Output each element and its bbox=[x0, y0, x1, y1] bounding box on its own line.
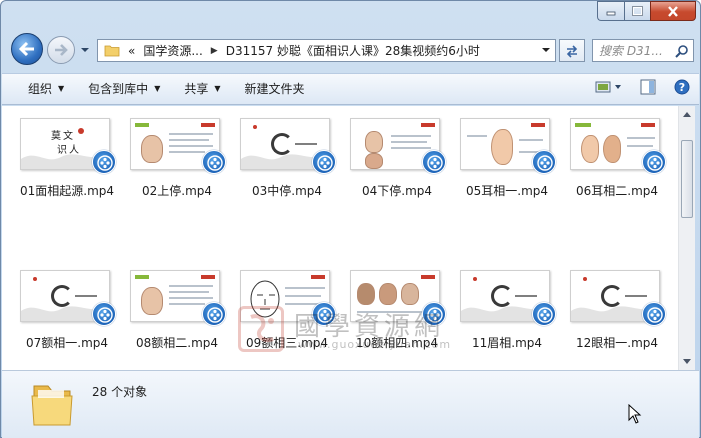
media-player-icon bbox=[422, 150, 446, 174]
breadcrumb-parent[interactable]: 国学资源... bbox=[143, 42, 202, 59]
chevron-down-icon: ▼ bbox=[214, 84, 221, 93]
chevron-down-icon: ▼ bbox=[58, 84, 65, 93]
organize-menu[interactable]: 组织 ▼ bbox=[16, 77, 76, 101]
include-in-library-menu[interactable]: 包含到库中 ▼ bbox=[76, 77, 172, 101]
file-name: 05耳相一.mp4 bbox=[465, 184, 549, 198]
scroll-thumb[interactable] bbox=[681, 140, 693, 218]
item-count: 28 个对象 bbox=[92, 385, 148, 399]
svg-text:识: 识 bbox=[57, 144, 67, 156]
command-bar: 组织 ▼ 包含到库中 ▼ 共享 ▼ 新建文件夹 ? bbox=[2, 73, 699, 105]
share-label: 共享 bbox=[184, 82, 209, 96]
file-item[interactable]: 莫文识人 01面相起源.mp4 bbox=[14, 114, 120, 224]
media-player-icon bbox=[312, 302, 336, 326]
file-name: 07额相一.mp4 bbox=[25, 336, 109, 350]
media-player-icon bbox=[422, 302, 446, 326]
refresh-icon bbox=[566, 44, 578, 58]
file-list-view[interactable]: 莫文识人 01面相起源.mp4 02上停.mp4 03中停.mp4 04下停.mp4 05… bbox=[2, 106, 678, 370]
scroll-down-button[interactable] bbox=[679, 354, 695, 370]
folder-icon bbox=[31, 385, 73, 426]
forward-button[interactable] bbox=[47, 36, 75, 64]
breadcrumb-separator-icon[interactable]: ▶ bbox=[211, 46, 218, 56]
media-player-icon bbox=[532, 150, 556, 174]
address-prefix[interactable]: « bbox=[128, 44, 135, 58]
media-player-icon bbox=[642, 302, 666, 326]
file-item[interactable]: 12眼相一.mp4 bbox=[564, 266, 670, 370]
file-name: 03中停.mp4 bbox=[251, 184, 323, 198]
file-item[interactable]: 10额相四.mp4 bbox=[344, 266, 450, 370]
chevron-down-icon: ▼ bbox=[154, 84, 161, 93]
media-player-icon bbox=[202, 302, 226, 326]
file-item[interactable]: 05耳相一.mp4 bbox=[454, 114, 560, 224]
new-folder-button[interactable]: 新建文件夹 bbox=[233, 77, 317, 101]
file-item[interactable]: 06耳相二.mp4 bbox=[564, 114, 670, 224]
preview-pane-button[interactable] bbox=[639, 78, 657, 96]
refresh-button[interactable] bbox=[559, 39, 585, 62]
svg-text:人: 人 bbox=[69, 144, 79, 156]
file-item[interactable]: 03中停.mp4 bbox=[234, 114, 340, 224]
address-bar[interactable]: « 国学资源... ▶ D31157 妙聪《面相识人课》28集视频约6小时 bbox=[97, 39, 556, 62]
search-input[interactable] bbox=[599, 43, 677, 58]
file-item[interactable]: 04下停.mp4 bbox=[344, 114, 450, 224]
back-button[interactable] bbox=[11, 33, 43, 65]
svg-text:莫: 莫 bbox=[51, 130, 61, 142]
chevron-down-icon bbox=[683, 359, 691, 364]
chevron-up-icon bbox=[683, 112, 691, 117]
file-item[interactable]: 08额相二.mp4 bbox=[124, 266, 230, 370]
view-icon bbox=[595, 81, 621, 93]
file-item[interactable]: 09额相三.mp4 bbox=[234, 266, 340, 370]
minimize-button[interactable] bbox=[597, 1, 624, 21]
close-button[interactable] bbox=[650, 1, 696, 21]
change-view-button[interactable] bbox=[595, 78, 623, 96]
maximize-icon bbox=[632, 6, 643, 16]
file-item[interactable]: 07额相一.mp4 bbox=[14, 266, 120, 370]
file-name: 01面相起源.mp4 bbox=[19, 184, 115, 198]
file-name: 09额相三.mp4 bbox=[245, 336, 329, 350]
breadcrumb-current[interactable]: D31157 妙聪《面相识人课》28集视频约6小时 bbox=[226, 42, 480, 59]
share-menu[interactable]: 共享 ▼ bbox=[172, 77, 232, 101]
search-icon[interactable] bbox=[675, 44, 689, 58]
svg-text:文: 文 bbox=[63, 129, 73, 142]
help-icon: ? bbox=[674, 79, 690, 95]
file-name: 02上停.mp4 bbox=[141, 184, 213, 198]
file-item[interactable]: 02上停.mp4 bbox=[124, 114, 230, 224]
organize-label: 组织 bbox=[28, 82, 53, 96]
file-name: 10额相四.mp4 bbox=[355, 336, 439, 350]
svg-text:?: ? bbox=[679, 81, 685, 94]
minimize-icon bbox=[606, 11, 616, 16]
address-dropdown-icon[interactable] bbox=[541, 45, 551, 55]
new-folder-label: 新建文件夹 bbox=[244, 82, 305, 96]
file-item[interactable]: 11眉相.mp4 bbox=[454, 266, 560, 370]
details-pane: 28 个对象 bbox=[2, 370, 699, 438]
file-name: 12眼相一.mp4 bbox=[575, 336, 659, 350]
file-name: 04下停.mp4 bbox=[361, 184, 433, 198]
mouse-cursor-icon bbox=[628, 404, 642, 424]
navigation-bar: « 国学资源... ▶ D31157 妙聪《面相识人课》28集视频约6小时 bbox=[9, 33, 694, 67]
search-box[interactable] bbox=[592, 39, 694, 62]
help-button[interactable]: ? bbox=[673, 78, 691, 96]
include-in-library-label: 包含到库中 bbox=[88, 82, 149, 96]
media-player-icon bbox=[202, 150, 226, 174]
media-player-icon bbox=[92, 302, 116, 326]
chevron-down-icon bbox=[81, 48, 89, 52]
media-player-icon bbox=[642, 150, 666, 174]
file-name: 11眉相.mp4 bbox=[471, 336, 543, 350]
arrow-left-icon bbox=[18, 41, 34, 57]
media-player-icon bbox=[312, 150, 336, 174]
close-icon bbox=[668, 5, 678, 17]
scroll-up-button[interactable] bbox=[679, 106, 695, 122]
folder-icon bbox=[104, 45, 120, 57]
arrow-right-icon bbox=[55, 44, 68, 56]
view-tools: ? bbox=[595, 78, 691, 96]
explorer-window: « 国学资源... ▶ D31157 妙聪《面相识人课》28集视频约6小时 组织… bbox=[0, 0, 701, 438]
recent-pages-button[interactable] bbox=[80, 44, 90, 54]
media-player-icon bbox=[92, 150, 116, 174]
media-player-icon bbox=[532, 302, 556, 326]
caption-buttons bbox=[597, 1, 696, 21]
maximize-button[interactable] bbox=[624, 1, 650, 21]
vertical-scrollbar[interactable] bbox=[678, 106, 695, 370]
preview-pane-icon bbox=[640, 79, 656, 95]
file-name: 08额相二.mp4 bbox=[135, 336, 219, 350]
file-name: 06耳相二.mp4 bbox=[575, 184, 659, 198]
